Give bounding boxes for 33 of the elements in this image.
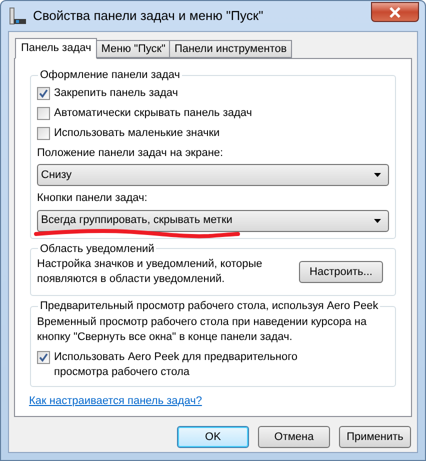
window-title: Свойства панели задач и меню "Пуск" [33, 7, 264, 26]
checkbox-label: Использовать Aero Peek для предварительного просмотра рабочего стола [54, 350, 298, 380]
help-link[interactable]: Как настраивается панель задач? [29, 392, 202, 409]
tab[interactable]: Панель задач [15, 38, 98, 59]
group-title: Область уведомлений [39, 242, 156, 256]
checkbox-label: Автоматически скрывать панель задач [54, 106, 252, 120]
description-text: Временный просмотр рабочего стола при наведении курсора на кнопку "Свернуть все окна" в конце панели задач. [37, 314, 368, 344]
dialog-button[interactable]: OK [177, 426, 249, 448]
checkbox-label: Использовать маленькие значки [54, 126, 220, 140]
dropdown[interactable]: Всегда группировать, скрывать метки [37, 210, 389, 232]
field-label: Кнопки панели задач: [37, 191, 148, 206]
tab[interactable]: Меню "Пуск" [96, 40, 170, 58]
dialog-button[interactable]: Применить [339, 426, 411, 448]
checkbox-label: Закрепить панель задач [54, 86, 178, 100]
tab[interactable]: Панели инструментов [169, 40, 292, 58]
checkbox[interactable] [37, 106, 50, 120]
dialog-button[interactable]: Отмена [258, 426, 330, 448]
checkbox[interactable] [37, 126, 50, 140]
customize-button[interactable]: Настроить... [299, 261, 383, 283]
dropdown[interactable]: Снизу [37, 164, 389, 186]
dropdown-arrow-icon [374, 218, 381, 222]
description-text: Настройка значков и уведомлений, которые появляются в области уведомлений. [37, 257, 264, 287]
close-button[interactable] [371, 2, 419, 22]
group-title: Предварительный просмотр рабочего стола, используя Aero Peek [39, 299, 380, 314]
check-icon [39, 88, 48, 98]
dropdown-arrow-icon [374, 173, 381, 177]
field-label: Положение панели задач на экране: [37, 146, 224, 160]
checkbox[interactable] [37, 86, 50, 100]
group-title: Оформление панели задач [39, 68, 182, 83]
close-icon [389, 6, 401, 18]
checkbox[interactable] [37, 350, 50, 364]
taskbar-properties-icon [9, 7, 27, 25]
check-icon [39, 352, 48, 362]
